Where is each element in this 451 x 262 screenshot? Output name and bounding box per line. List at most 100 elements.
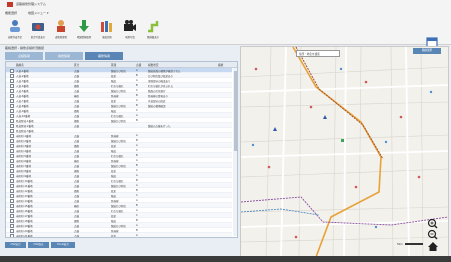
table-cell: 点検 — [74, 134, 80, 138]
row-checkbox[interactable] — [10, 68, 14, 73]
row-checkbox[interactable] — [10, 138, 14, 143]
row-checkbox[interactable] — [10, 123, 14, 128]
row-checkbox[interactable] — [10, 93, 14, 98]
row-checkbox[interactable] — [10, 163, 14, 168]
row-checkbox[interactable] — [10, 203, 14, 208]
table-cell: 段差 — [111, 144, 117, 148]
row-checkbox[interactable] — [10, 108, 14, 113]
toolbar-button-auto[interactable]: 自動作成予定 — [4, 19, 26, 43]
row-checkbox[interactable] — [10, 173, 14, 178]
table-cell: 損傷 — [74, 84, 80, 88]
table-cell: 市町村-2番地 — [16, 139, 31, 143]
row-checkbox[interactable] — [10, 223, 14, 228]
table-cell: 市町村-4番地 — [16, 149, 31, 153]
toolbar-button-mapinfo[interactable]: 地図情報取得 — [73, 19, 95, 43]
table-cell: A — [136, 98, 138, 102]
map-search-input[interactable]: 住所・地名を検索 — [296, 50, 340, 57]
zoom-in-icon[interactable] — [427, 218, 438, 229]
table-cell: 点検 — [74, 89, 80, 93]
row-checkbox[interactable] — [10, 143, 14, 148]
status-bar — [0, 256, 451, 262]
table-cell: 市町村-6番地 — [16, 159, 31, 163]
tab-damage[interactable]: 損傷情報 — [45, 52, 83, 60]
table-cell: B — [136, 203, 138, 207]
row-checkbox[interactable] — [10, 148, 14, 153]
vertical-scrollbar[interactable] — [233, 68, 237, 236]
toolbar-button-facility[interactable]: 施設台帳 — [96, 19, 118, 43]
table-cell: 市町村-19番地 — [16, 224, 33, 228]
table-cell: 損傷 — [74, 119, 80, 123]
table-cell: 市町村-10番地 — [16, 179, 33, 183]
table-cell: C — [136, 213, 138, 217]
table-cell: A — [136, 158, 138, 162]
table-cell: 舗装ひび割れ — [111, 164, 127, 168]
row-checkbox[interactable] — [10, 178, 14, 183]
table-cell: 市町村-9番地 — [16, 174, 31, 178]
csv-import-button[interactable]: CSV取込 — [28, 242, 49, 248]
row-checkbox[interactable] — [10, 88, 14, 93]
zoom-out-icon[interactable] — [427, 229, 438, 240]
table-cell: A — [136, 223, 138, 227]
tab-inspection[interactable]: 点検情報 — [5, 52, 43, 60]
column-header[interactable]: 損傷状況 — [148, 63, 158, 67]
home-icon[interactable] — [428, 242, 438, 251]
route-select-button[interactable]: 路線選択 — [413, 48, 441, 54]
table-cell: A — [136, 68, 138, 72]
table-cell: 県道区域-2番地 — [16, 124, 34, 128]
row-checkbox[interactable] — [10, 153, 14, 158]
table-cell: 県道区域-3番地 — [16, 129, 34, 133]
table-cell: わだち掘れ — [111, 114, 124, 118]
table-cell: 舗装表面の損傷が確認された — [148, 69, 181, 73]
row-checkbox[interactable] — [10, 133, 14, 138]
map-canvas[interactable] — [241, 47, 448, 257]
tab-repair[interactable]: 補修情報 — [85, 52, 123, 60]
column-header[interactable]: 区間 — [111, 63, 116, 67]
excel-export-button[interactable]: Excel出力 — [51, 242, 75, 248]
row-checkbox[interactable] — [10, 193, 14, 198]
table-cell: 補修 — [74, 94, 80, 98]
row-checkbox[interactable] — [10, 228, 14, 233]
table-cell: 点検 — [74, 69, 80, 73]
row-checkbox[interactable] — [10, 98, 14, 103]
table-cell: 陥没 — [111, 79, 117, 83]
toolbar-button-route[interactable]: 路線図表示 — [142, 19, 164, 43]
row-checkbox[interactable] — [10, 103, 14, 108]
row-checkbox[interactable] — [10, 158, 14, 163]
row-checkbox[interactable] — [10, 113, 14, 118]
row-checkbox[interactable] — [10, 183, 14, 188]
column-header[interactable]: 区分 — [74, 63, 79, 67]
map-view[interactable] — [240, 46, 449, 258]
column-header[interactable]: 補修 — [218, 63, 223, 67]
row-checkbox[interactable] — [10, 213, 14, 218]
toolbar-button-photo[interactable]: 現場写真 — [119, 19, 141, 43]
toolbar-button-aerial[interactable]: 航空写真表示 — [27, 19, 49, 43]
table-cell: 陥没 — [111, 149, 117, 153]
row-checkbox[interactable] — [10, 218, 14, 223]
green-marker-icon[interactable] — [341, 139, 344, 142]
row-checkbox[interactable] — [10, 73, 14, 78]
scroll-thumb[interactable] — [233, 71, 237, 151]
table-cell: 人道-5番地 — [16, 89, 29, 93]
table-cell: C — [136, 88, 138, 92]
menu-item-function[interactable]: 機能選択 — [5, 11, 17, 15]
table-cell: B — [136, 218, 138, 222]
row-checkbox[interactable] — [10, 198, 14, 203]
row-checkbox[interactable] — [10, 118, 14, 123]
table-cell: 市町村-13番地 — [16, 194, 33, 198]
row-checkbox[interactable] — [10, 208, 14, 213]
row-checkbox[interactable] — [10, 168, 14, 173]
row-checkbox[interactable] — [10, 128, 14, 133]
table-cell: 人道-6番地 — [16, 94, 29, 98]
column-header[interactable]: 路線名 — [16, 63, 24, 67]
row-checkbox[interactable] — [10, 78, 14, 83]
csv-export-button[interactable]: CSV出力 — [5, 242, 26, 248]
row-checkbox[interactable] — [10, 233, 14, 237]
menu-item-map[interactable]: 地図メニュー ▾ — [28, 11, 48, 15]
table-row[interactable]: 市町村-21番地 点検 段差 A — [6, 233, 232, 237]
row-checkbox[interactable] — [10, 83, 14, 88]
column-header[interactable]: 点検 — [136, 63, 141, 67]
toolbar-button-manager[interactable]: 道路管理者 — [50, 19, 72, 43]
people-icon — [10, 20, 20, 32]
row-checkbox[interactable] — [10, 188, 14, 193]
camera-icon — [32, 23, 44, 31]
